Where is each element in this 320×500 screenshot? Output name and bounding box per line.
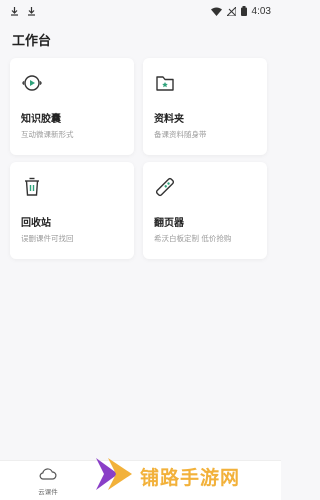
card-page-turner[interactable]: 翻页器 希沃白板定制 低价抢购: [143, 162, 267, 259]
card-subtitle: 互动微课新形式: [21, 130, 74, 139]
card-folder[interactable]: 资料夹 备课资料随身带: [143, 58, 267, 155]
status-bar: 4:03: [0, 0, 281, 22]
cloud-icon: [39, 468, 57, 480]
trash-icon: [25, 177, 39, 196]
page-title: 工作台: [12, 34, 52, 49]
status-time: 4:03: [251, 5, 271, 17]
card-title: 知识胶囊: [21, 114, 61, 125]
status-left: [10, 6, 36, 16]
card-subtitle: 希沃白板定制 低价抢购: [154, 234, 232, 243]
no-signal-icon: [226, 6, 236, 16]
watermark: 铺路手游网: [92, 452, 277, 496]
watermark-text: 铺路手游网: [140, 467, 241, 489]
tab-cloud-courseware[interactable]: 云课件: [28, 465, 68, 499]
card-recycle-bin[interactable]: 回收站 误删课件可找回: [10, 162, 134, 259]
pen-remote-icon: [155, 177, 175, 197]
download-icon: [11, 7, 18, 16]
folder-icon: [156, 76, 174, 91]
capsule-play-icon: [22, 75, 42, 91]
watermark-logo-icon: [96, 458, 132, 490]
card-title: 翻页器: [154, 218, 184, 229]
card-subtitle: 备课资料随身带: [154, 130, 207, 139]
status-right: 4:03: [210, 5, 271, 17]
tab-label: 云课件: [38, 488, 58, 496]
battery-icon: [240, 6, 247, 16]
card-subtitle: 误删课件可找回: [21, 234, 74, 243]
wifi-icon: [210, 7, 222, 16]
card-title: 回收站: [21, 218, 51, 229]
card-knowledge-capsule[interactable]: 知识胶囊 互动微课新形式: [10, 58, 134, 155]
card-title: 资料夹: [154, 114, 184, 125]
download-icon: [28, 7, 35, 16]
